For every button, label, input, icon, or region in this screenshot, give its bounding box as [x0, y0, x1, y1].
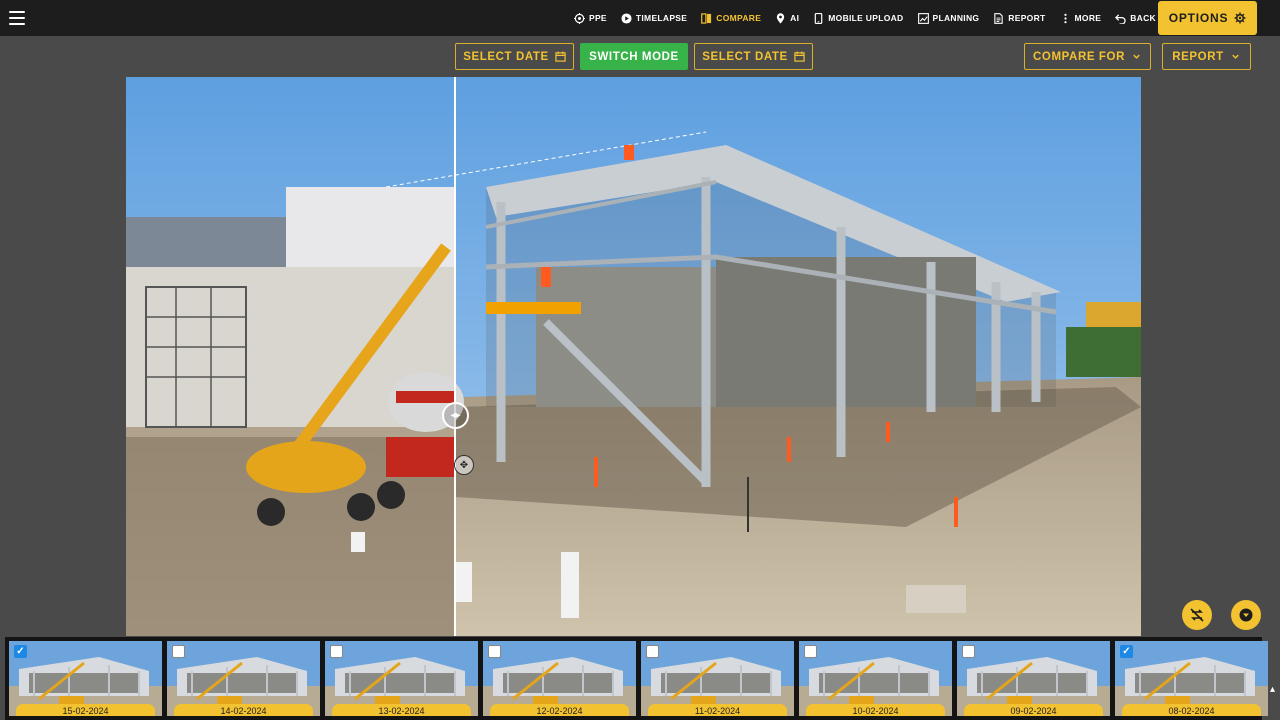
compare-for-dropdown[interactable]: COMPARE FOR: [1024, 43, 1151, 70]
nav-item-label: TIMELAPSE: [635, 13, 688, 23]
thumbnail-item[interactable]: 09-02-2024: [957, 641, 1110, 716]
select-date-right-button[interactable]: SELECT DATE: [694, 43, 813, 70]
caret-down-icon: [1239, 608, 1253, 622]
collapse-strip-button[interactable]: [1231, 600, 1261, 630]
nav-item-label: COMPARE: [716, 13, 762, 23]
thumbnail-date: 13-02-2024: [332, 704, 471, 716]
thumbnail-checkbox[interactable]: ✓: [1120, 645, 1133, 658]
switch-mode-label: SWITCH MODE: [589, 50, 679, 63]
nav-item-label: BACK: [1130, 13, 1156, 23]
top-nav-bar: PPE TIMELAPSE COMPARE AI MOBILE UPLOAD P…: [0, 0, 1280, 36]
menu-icon[interactable]: [9, 11, 25, 25]
thumbnail-date: 09-02-2024: [964, 704, 1103, 716]
dots-vertical-icon: [1063, 13, 1067, 23]
divider-handle[interactable]: ◂▸: [442, 402, 469, 429]
thumbnail-checkbox[interactable]: [962, 645, 975, 658]
thumbnail-checkbox[interactable]: [488, 645, 501, 658]
options-button[interactable]: OPTIONS: [1158, 1, 1257, 35]
select-date-right-label: SELECT DATE: [702, 50, 788, 63]
thumbnail-checkbox[interactable]: [172, 645, 185, 658]
thumbnail-item[interactable]: 12-02-2024: [483, 641, 636, 716]
thumbnail-item[interactable]: 14-02-2024: [167, 641, 320, 716]
thumbnail-date: 15-02-2024: [16, 704, 155, 716]
nav-item-ppe[interactable]: PPE: [573, 12, 607, 24]
thumbnail-checkbox[interactable]: [804, 645, 817, 658]
target-icon: [573, 12, 585, 24]
report-dropdown[interactable]: REPORT: [1162, 43, 1251, 70]
nav-item-more[interactable]: MORE: [1060, 13, 1102, 24]
compare-off-icon: [1190, 608, 1204, 622]
thumbnail-item[interactable]: ✓ 15-02-2024: [9, 641, 162, 716]
compare-viewer[interactable]: ◂▸ ✥: [126, 77, 1141, 636]
compare-toolbar: SELECT DATE SWITCH MODE SELECT DATE COMP…: [0, 36, 1280, 76]
select-date-left-label: SELECT DATE: [463, 50, 549, 63]
switch-mode-button[interactable]: SWITCH MODE: [580, 43, 688, 70]
nav-item-timelapse[interactable]: TIMELAPSE: [621, 12, 688, 24]
thumbnail-date: 11-02-2024: [648, 704, 787, 716]
thumbnail-item[interactable]: 13-02-2024: [325, 641, 478, 716]
nav-item-compare[interactable]: COMPARE: [701, 12, 762, 24]
thumbnail-checkbox[interactable]: [330, 645, 343, 658]
thumbnail-item[interactable]: 11-02-2024: [641, 641, 794, 716]
nav-item-planning[interactable]: PLANNING: [917, 12, 980, 24]
phone-icon: [814, 12, 823, 24]
nav-item-label: PLANNING: [932, 13, 980, 23]
thumbnail-checkbox[interactable]: ✓: [14, 645, 27, 658]
chevron-down-icon: [1133, 54, 1140, 59]
hide-compare-button[interactable]: [1182, 600, 1212, 630]
thumbnail-item[interactable]: ✓ 08-02-2024: [1115, 641, 1268, 716]
thumbnail-date: 14-02-2024: [174, 704, 313, 716]
construction-site-image: [126, 77, 1141, 636]
report-label: REPORT: [1172, 50, 1224, 63]
compare-for-label: COMPARE FOR: [1033, 50, 1125, 63]
compare-icon: [701, 12, 712, 24]
nav-item-label: REPORT: [1008, 13, 1046, 23]
chart-icon: [917, 12, 929, 24]
thumbnail-checkbox[interactable]: [646, 645, 659, 658]
chevron-down-icon: [1232, 54, 1239, 59]
calendar-icon: [794, 51, 805, 62]
nav-item-label: MOBILE UPLOAD: [828, 13, 904, 23]
undo-icon: [1115, 13, 1126, 24]
thumbnail-date: 12-02-2024: [490, 704, 629, 716]
nav-item-label: AI: [790, 13, 800, 23]
nav-item-ai[interactable]: AI: [775, 12, 800, 24]
thumbnail-date: 08-02-2024: [1122, 704, 1261, 716]
gear-icon: [1234, 12, 1246, 24]
calendar-icon: [555, 51, 566, 62]
scroll-up-icon[interactable]: ▴: [1270, 684, 1278, 704]
thumbnail-item[interactable]: 10-02-2024: [799, 641, 952, 716]
select-date-left-button[interactable]: SELECT DATE: [455, 43, 574, 70]
options-label: OPTIONS: [1168, 11, 1229, 25]
nav-item-back[interactable]: BACK: [1115, 13, 1156, 24]
location-pin-icon: [777, 12, 785, 24]
thumbnail-date: 10-02-2024: [806, 704, 945, 716]
nav-item-mobile-upload[interactable]: MOBILE UPLOAD: [813, 12, 904, 24]
nav-item-report[interactable]: REPORT: [993, 12, 1046, 24]
document-icon: [994, 12, 1004, 24]
nav-menu: PPE TIMELAPSE COMPARE AI MOBILE UPLOAD P…: [573, 0, 1156, 36]
nav-item-label: PPE: [588, 13, 607, 23]
nav-item-label: MORE: [1074, 13, 1102, 23]
compare-divider[interactable]: [454, 77, 456, 636]
thumbnail-strip: ✓ 15-02-2024 14-02-2024 13-02-2024 12-02-202…: [5, 637, 1268, 720]
move-cursor-icon: ✥: [454, 455, 474, 475]
play-circle-icon: [621, 12, 632, 24]
